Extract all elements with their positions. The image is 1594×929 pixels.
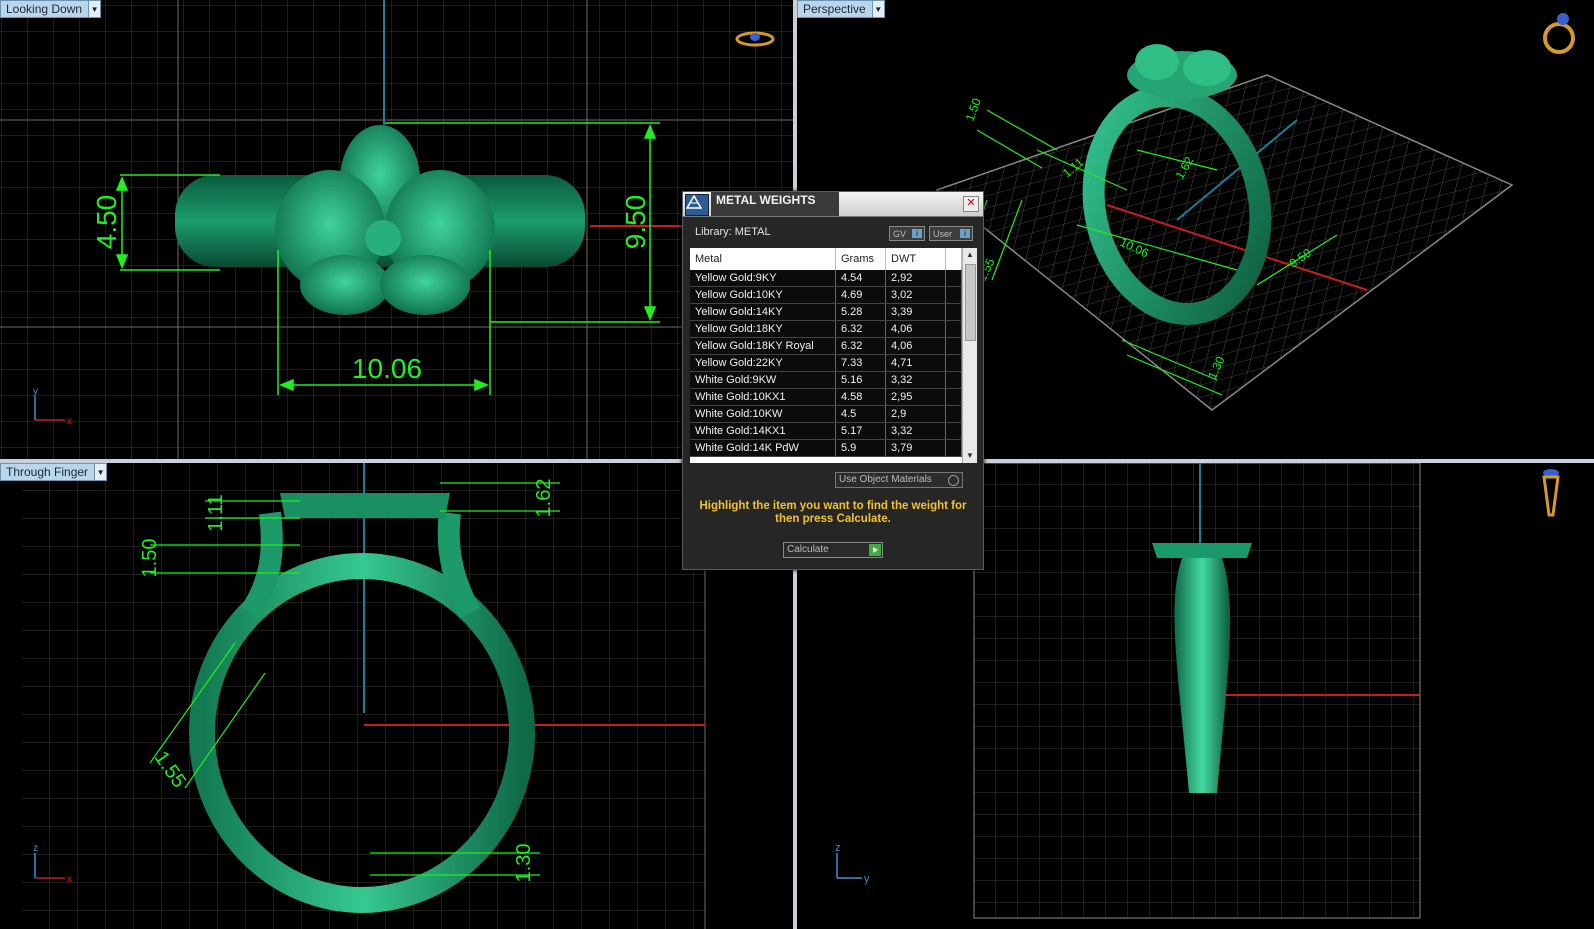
app-logo-icon [685,194,709,216]
dialog-titlebar[interactable]: METAL WEIGHTS ✕ [683,192,983,217]
metal-cell: Yellow Gold:10KY [690,286,836,304]
table-row[interactable]: Yellow Gold:10KY 4.69 3,02 [690,286,962,304]
metal-cell: White Gold:9KW [690,371,836,389]
metal-table[interactable]: Metal Grams DWT Yellow Gold:9KY 4.54 2,92 Y… [690,248,977,463]
metal-cell: White Gold:10KW [690,405,836,423]
grams-cell: 4.54 [835,270,886,287]
grams-cell: 5.17 [835,422,886,440]
dimension-label: 1.50 [963,96,984,123]
table-row[interactable]: White Gold:14KX1 5.17 3,32 [690,422,962,440]
scroll-up-icon[interactable]: ▲ [963,248,977,262]
table-row[interactable]: Yellow Gold:18KY Royal 6.32 4,06 [690,337,962,355]
table-row[interactable]: White Gold:9KW 5.16 3,32 [690,371,962,389]
chevron-down-icon[interactable]: ▼ [871,1,884,17]
viewport-through-finger[interactable]: Through Finger ▼ 1.11 1.62 1.50 1.55 1.3… [0,463,793,929]
metal-cell: Yellow Gold:18KY [690,320,836,338]
column-header-metal[interactable]: Metal [690,248,836,270]
ring-orbit-icon[interactable] [1539,10,1579,56]
dwt-cell: 2,92 [885,270,946,287]
grams-cell: 4.5 [835,405,886,423]
axis-tripod: y z [835,842,870,885]
viewport-label[interactable]: Through Finger ▼ [0,463,108,481]
grams-cell: 5.28 [835,303,886,321]
dimension-label: 10.06 [352,353,422,384]
svg-text:z: z [835,842,841,854]
grams-cell: 6.32 [835,337,886,355]
table-row[interactable]: Yellow Gold:22KY 7.33 4,71 [690,354,962,372]
svg-text:z: z [33,843,38,854]
metal-cell: White Gold:14KX1 [690,422,836,440]
radio-icon [948,475,959,486]
grams-cell: 7.33 [835,354,886,372]
viewport-looking-down[interactable]: Looking Down ▼ 4.50 9.50 10.06 x y [0,0,793,459]
grams-cell: 4.69 [835,286,886,304]
close-button[interactable]: ✕ [963,196,979,212]
dwt-cell: 3,02 [885,286,946,304]
column-header-dwt[interactable]: DWT [885,248,946,270]
chevron-down-icon[interactable]: ▼ [94,464,107,480]
calculate-button[interactable]: Calculate [783,542,883,558]
scroll-thumb[interactable] [965,264,976,341]
table-row[interactable]: Yellow Gold:14KY 5.28 3,39 [690,303,962,321]
ring-view-icon[interactable] [734,28,776,50]
instruction-text: Highlight the item you want to find the … [699,500,967,525]
dwt-cell: 3,32 [885,422,946,440]
svg-text:x: x [67,416,72,427]
dwt-cell: 3,32 [885,371,946,389]
through-finger-canvas: 1.11 1.62 1.50 1.55 1.30 x z [22,463,706,929]
metal-cell: White Gold:14K PdW [690,439,836,457]
column-header-grams[interactable]: Grams [835,248,886,270]
dwt-cell: 4,06 [885,320,946,338]
grams-cell: 6.32 [835,320,886,338]
use-object-materials-button[interactable]: Use Object Materials [835,472,963,488]
dimension-label: 1.50 [139,539,161,578]
dimension-label: 1.30 [513,844,535,883]
metal-cell: Yellow Gold:14KY [690,303,836,321]
dwt-cell: 3,79 [885,439,946,457]
dimension-label: 1.11 [205,494,227,531]
metal-weights-dialog: METAL WEIGHTS ✕ Library: METAL GV i User i… [682,191,984,570]
table-row[interactable]: White Gold:10KX1 4.58 2,95 [690,388,962,406]
info-icon: i [912,229,922,238]
table-row[interactable]: Yellow Gold:9KY 4.54 2,92 [690,270,962,287]
dimension-label: 1.62 [533,479,555,518]
user-toggle[interactable]: User i [929,226,973,241]
info-icon: i [960,229,970,238]
looking-down-canvas: 4.50 9.50 10.06 x y [0,0,793,459]
metal-cell: Yellow Gold:22KY [690,354,836,372]
dwt-cell: 4,06 [885,337,946,355]
svg-text:y: y [864,873,870,885]
dwt-cell: 4,71 [885,354,946,372]
table-scrollbar[interactable]: ▲ ▼ [962,248,977,463]
dimension-label: 9.50 [620,195,651,250]
viewport-label[interactable]: Looking Down ▼ [0,0,102,18]
metal-cell: Yellow Gold:9KY [690,270,836,287]
viewport-label-text: Perspective [803,2,866,16]
table-row[interactable]: Yellow Gold:18KY 6.32 4,06 [690,320,962,338]
dwt-cell: 2,95 [885,388,946,406]
metal-cell: White Gold:10KX1 [690,388,836,406]
metal-cell: Yellow Gold:18KY Royal [690,337,836,355]
table-row[interactable]: White Gold:10KW 4.5 2,9 [690,405,962,423]
grams-cell: 4.58 [835,388,886,406]
table-header: Metal Grams DWT [690,248,962,270]
svg-text:x: x [67,874,72,885]
dimension-label: 4.50 [91,195,122,250]
grams-cell: 5.16 [835,371,886,389]
dialog-title: METAL WEIGHTS [711,192,839,216]
library-label: Library: METAL [695,226,771,238]
scroll-down-icon[interactable]: ▼ [963,449,977,463]
table-row[interactable]: White Gold:14K PdW 5.9 3,79 [690,439,962,457]
viewport-label-text: Looking Down [6,2,83,16]
gv-toggle[interactable]: GV i [889,226,925,241]
play-icon [869,544,881,556]
viewport-label[interactable]: Perspective ▼ [797,0,885,18]
viewport-label-text: Through Finger [6,465,89,479]
dwt-cell: 2,9 [885,405,946,423]
ring-side-icon[interactable] [1539,467,1563,519]
svg-text:y: y [33,386,38,397]
grams-cell: 5.9 [835,439,886,457]
dwt-cell: 3,39 [885,303,946,321]
chevron-down-icon[interactable]: ▼ [88,1,101,17]
